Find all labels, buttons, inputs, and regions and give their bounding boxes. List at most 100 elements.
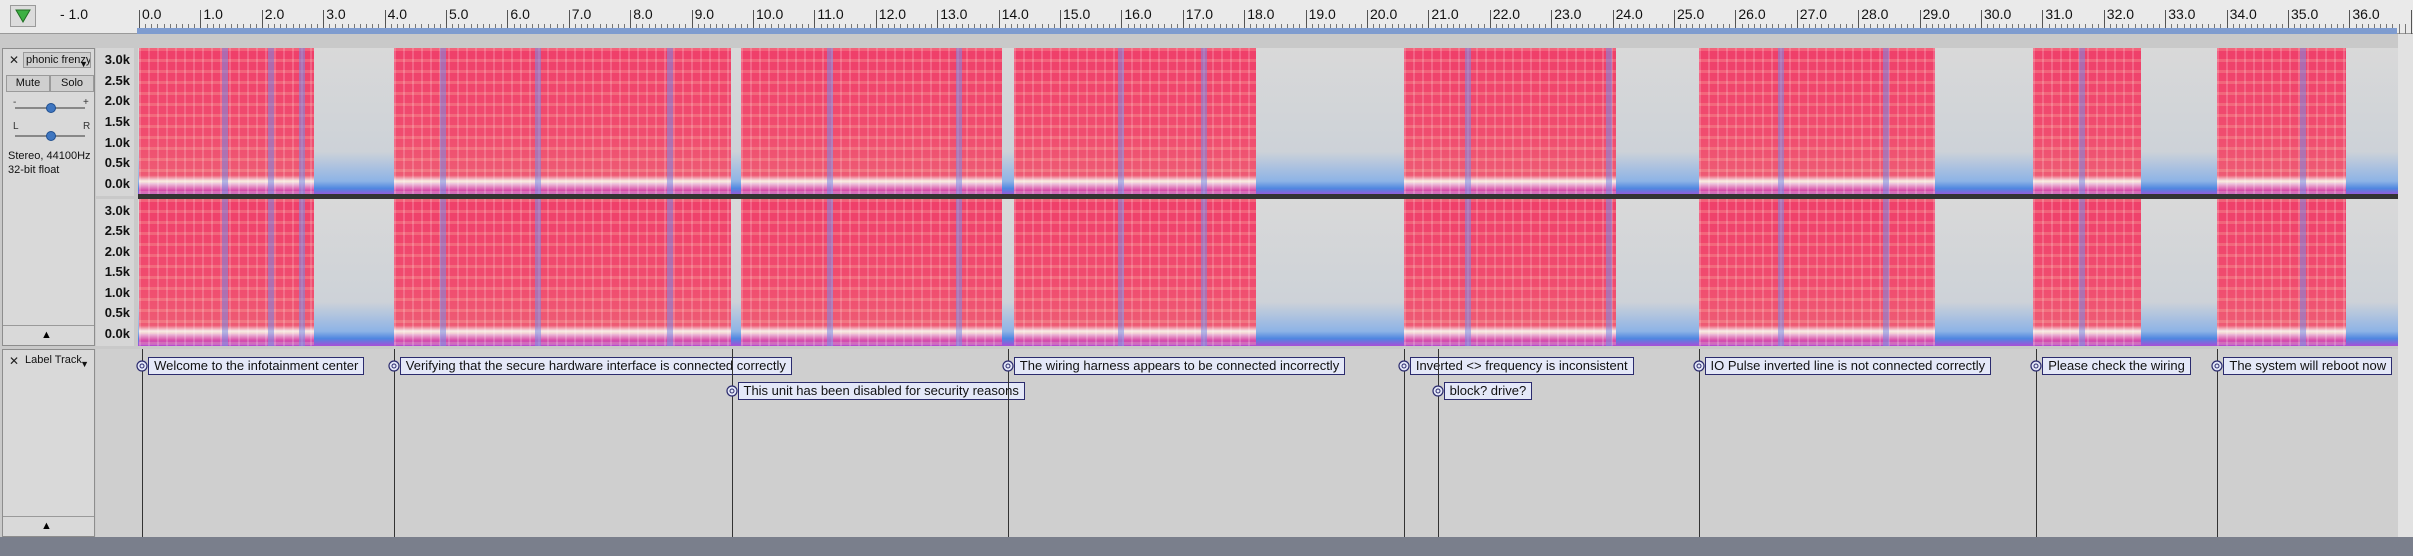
label-track-area[interactable]: Welcome to the infotainment center Verify… [96, 349, 2398, 537]
label-handle-icon[interactable] [136, 360, 148, 372]
collapse-track-button[interactable]: ▲ [3, 516, 94, 536]
close-track-icon[interactable]: ✕ [6, 353, 22, 369]
speech-segment [2033, 199, 2141, 346]
frequency-axis-right: 3.0k 2.5k 2.0k 1.5k 1.0k 0.5k 0.0k [96, 199, 134, 346]
close-track-icon[interactable]: ✕ [6, 52, 22, 68]
segment-gap-band [826, 199, 833, 346]
ruler-tick-label: 31.0 [2045, 6, 2073, 22]
label-text-box[interactable]: Please check the wiring [2042, 357, 2191, 375]
speech-segment [2217, 199, 2347, 346]
spectrogram-channel-left[interactable] [138, 48, 2398, 196]
ruler-tick-label: 21.0 [1431, 6, 1459, 22]
label-text-box[interactable]: The wiring harness appears to be connect… [1013, 357, 1346, 375]
chevron-down-icon: ▼ [80, 359, 89, 369]
label-handle-icon[interactable] [2030, 360, 2042, 372]
solo-button[interactable]: Solo [50, 75, 94, 92]
label-track-name-menu[interactable]: Label Track ▼ [23, 353, 91, 369]
frequency-label: 1.0k [104, 284, 130, 300]
label-marker-line[interactable] [2217, 349, 2219, 537]
speech-segment [740, 48, 1002, 196]
label-marker-line[interactable] [731, 349, 733, 537]
ruler-tick-label: 27.0 [1799, 6, 1828, 22]
ruler-tick-label: 28.0 [1861, 6, 1889, 22]
label-marker-line[interactable] [1403, 349, 1405, 537]
frequency-label: 1.0k [104, 134, 130, 150]
frequency-label: 2.0k [104, 243, 130, 259]
ruler-tick-label: 23.0 [1554, 6, 1582, 22]
label-handle-icon[interactable] [725, 385, 738, 397]
collapse-up-icon: ▲ [41, 520, 52, 532]
timeline-ruler[interactable]: - 1.0 0.0 1.0 2.0 3.0 4.0 5.0 6.0 7.0 8.0 9.0 10.0… [0, 0, 2413, 34]
ruler-tick-label: 33.0 [2168, 6, 2196, 22]
segment-gap-band [1465, 48, 1472, 196]
label-handle-icon[interactable] [1002, 360, 1014, 372]
label-marker-line[interactable] [1007, 349, 1009, 537]
label-marker-line[interactable] [393, 349, 395, 537]
pan-slider-knob[interactable] [46, 131, 56, 141]
segment-gap-band [267, 199, 274, 346]
bottom-empty-area [0, 537, 2413, 556]
frequency-label: 0.5k [104, 155, 130, 171]
label-text-box[interactable]: block? drive? [1443, 382, 1533, 400]
segment-gap-band [2079, 199, 2086, 346]
label-handle-icon[interactable] [1432, 385, 1444, 397]
label-marker-line[interactable] [1437, 349, 1439, 537]
speech-segment [1013, 199, 1257, 346]
frequency-label: 3.0k [104, 52, 130, 67]
label-handle-icon[interactable] [2211, 360, 2223, 372]
track-name-menu[interactable]: phonic frenzy ▼ [23, 52, 91, 68]
collapse-track-button[interactable]: ▲ [3, 325, 94, 345]
label-handle-icon[interactable] [1692, 360, 1705, 372]
label-text-box[interactable]: Verifying that the secure hardware inter… [399, 357, 792, 375]
ruler-minor-tick [2398, 24, 2400, 34]
spectrogram-channel-right[interactable] [138, 199, 2398, 346]
segment-gap-band [1118, 199, 1125, 346]
label-text-box[interactable]: The system will reboot now [2223, 357, 2393, 375]
ruler-tick-label: 9.0 [694, 6, 715, 22]
frequency-label: 1.5k [104, 264, 130, 280]
ruler-tick-label: 8.0 [633, 6, 653, 22]
ruler-tick-label: 36.0 [2352, 6, 2380, 22]
segment-gap-band [1778, 199, 1785, 346]
label-text-box[interactable]: This unit has been disabled for security… [737, 382, 1025, 400]
ruler-tick-label: 11.0 [817, 6, 844, 22]
label-track-panel[interactable]: ✕ Label Track ▼ ▲ [2, 349, 95, 537]
label-handle-icon[interactable] [1398, 360, 1410, 372]
segment-gap-band [667, 199, 674, 346]
segment-gap-band [1882, 199, 1889, 346]
segment-gap-band [1201, 48, 1208, 196]
segment-gap-band [439, 48, 446, 196]
gain-slider-knob[interactable] [46, 103, 56, 113]
chevron-down-icon: ▼ [79, 59, 88, 68]
ruler-tick-label: 22.0 [1492, 6, 1521, 22]
ruler-selection-bar [137, 28, 2397, 34]
speech-segment [2033, 48, 2141, 196]
segment-gap-band [535, 48, 542, 196]
label-text-box[interactable]: Inverted <> frequency is inconsistent [1409, 357, 1634, 375]
segment-gap-band [826, 48, 833, 196]
label-handle-icon[interactable] [388, 360, 400, 372]
segment-gap-band [1465, 199, 1472, 346]
speech-segment [1013, 48, 1257, 196]
label-marker-line[interactable] [142, 349, 144, 537]
ruler-tick-label: 29.0 [1922, 6, 1950, 22]
ruler-tick-label: 34.0 [2229, 6, 2257, 22]
ruler-tick-label: 13.0 [940, 6, 968, 22]
speech-segment [2217, 48, 2347, 196]
frequency-label: 0.0k [104, 175, 130, 191]
ruler-tick-label: 16.0 [1124, 6, 1152, 22]
ruler-tick-label: 24.0 [1615, 6, 1643, 22]
ruler-tick-label: 6.0 [510, 6, 530, 22]
mute-button[interactable]: Mute [6, 75, 50, 92]
ruler-tick-label: 20.0 [1370, 6, 1398, 22]
label-marker-line[interactable] [1698, 349, 1700, 537]
segment-gap-band [1882, 48, 1889, 196]
frequency-label: 1.5k [104, 113, 130, 129]
frequency-label: 2.0k [104, 93, 130, 109]
frequency-label: 2.5k [104, 223, 130, 239]
label-text-box[interactable]: IO Pulse inverted line is not connected … [1704, 357, 1992, 375]
label-text-box[interactable]: Welcome to the infotainment center [148, 357, 365, 375]
label-marker-line[interactable] [2036, 349, 2038, 537]
ruler-tick-label: 32.0 [2106, 6, 2135, 22]
audio-track-panel[interactable]: ✕ phonic frenzy ▼ Mute Solo - + L R Ster… [2, 48, 95, 346]
